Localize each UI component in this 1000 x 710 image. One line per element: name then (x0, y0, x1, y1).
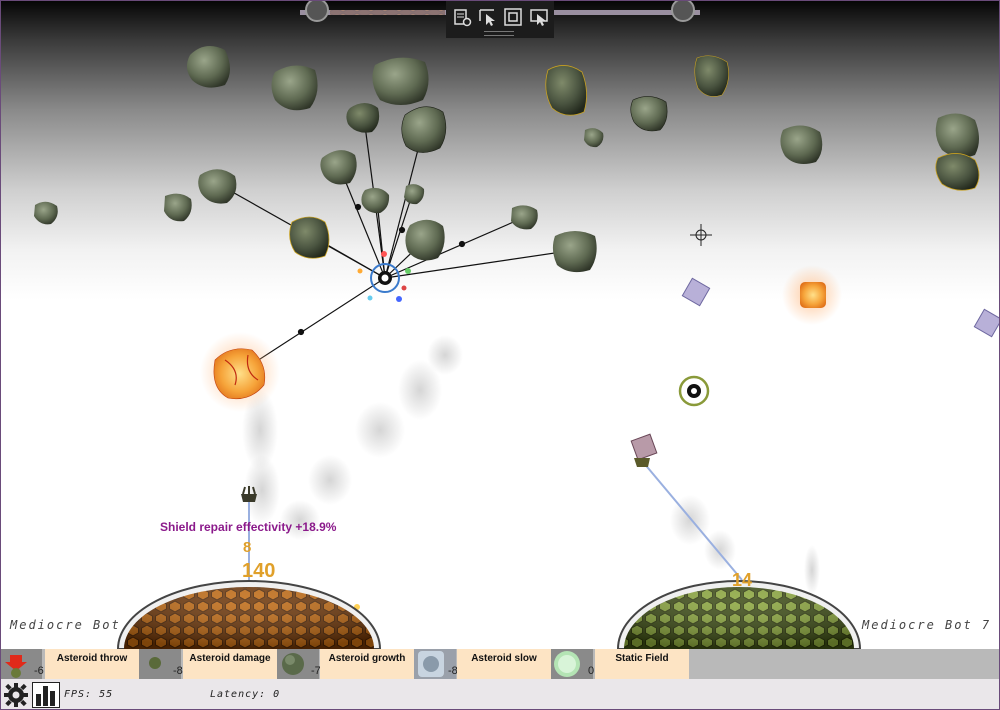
asteroid (186, 46, 230, 88)
toolbar-grip[interactable] (484, 31, 514, 36)
asteroid (552, 231, 597, 273)
left-player-label: Mediocre Bot (10, 618, 121, 632)
ability-label: Asteroid throw (45, 649, 139, 679)
left-score: 140 (242, 560, 276, 582)
right-player-label: Mediocre Bot 7 (862, 618, 992, 632)
gear-ornament-icon (305, 0, 329, 22)
frame-icon[interactable] (503, 7, 523, 27)
crate-icon (973, 308, 1000, 338)
asteroid (164, 193, 192, 222)
game-scene (34, 0, 1000, 649)
enemy-ship (678, 375, 710, 407)
asteroid (271, 65, 318, 111)
asteroid (289, 216, 330, 259)
asteroid (935, 153, 980, 191)
latency-readout: Latency: 0 (210, 689, 281, 700)
ability-count: -6 (34, 665, 44, 677)
crosshair-icon (690, 224, 712, 246)
asteroid (34, 201, 58, 225)
fps-readout: FPS: 55 (64, 689, 114, 700)
asteroid (584, 128, 604, 148)
effect-notification: Shield repair effectivity +18.9% (160, 520, 337, 534)
burning-asteroid (800, 282, 826, 308)
status-bar: FPS: 55 Latency: 0 (0, 679, 1000, 710)
asteroid (198, 169, 237, 204)
asteroid (630, 96, 668, 132)
ability-count: -8 (173, 665, 183, 677)
screen-select-icon[interactable] (529, 7, 549, 27)
asteroid (511, 205, 538, 230)
gear-icon[interactable] (3, 682, 29, 708)
ability-label: Static Field (595, 649, 689, 679)
ability-count: 0 (588, 665, 595, 677)
asteroid (780, 125, 823, 164)
asteroid (361, 187, 390, 214)
asteroid (320, 150, 357, 185)
gear-ornament-icon (671, 0, 695, 22)
asteroid (694, 55, 729, 97)
asteroid (405, 219, 445, 261)
asteroid-field (34, 46, 980, 412)
asteroid (372, 57, 429, 105)
asteroid (545, 65, 587, 116)
settings-list-icon[interactable] (452, 7, 472, 27)
top-toolbar (446, 0, 554, 38)
right-base-dome (616, 580, 862, 649)
asteroid (346, 103, 380, 133)
ability-label: Asteroid slow (457, 649, 551, 679)
left-base-dome (116, 580, 382, 649)
ability-bar: -6 Asteroid throw -8 Asteroid damage -7 (0, 649, 1000, 679)
smoke-trails (242, 335, 820, 595)
bottom-hud: -6 Asteroid throw -8 Asteroid damage -7 (0, 649, 1000, 710)
select-pointer-icon[interactable] (478, 7, 498, 27)
static-field-icon (551, 649, 593, 679)
gravity-tethers (219, 117, 576, 373)
game-viewport[interactable]: Mediocre Bot Mediocre Bot 7 Shield repai… (0, 0, 1000, 710)
ability-label: Asteroid growth (320, 649, 414, 679)
asteroid (404, 184, 425, 205)
player-ship (357, 251, 411, 302)
left-small-count: 8 (243, 539, 252, 556)
asteroid (935, 113, 979, 158)
right-score: 14 (732, 570, 753, 590)
crate-icon (681, 277, 711, 307)
crate-icon (630, 433, 658, 461)
ability-label: Asteroid damage (183, 649, 277, 679)
asteroid (401, 106, 447, 153)
stats-chart-icon[interactable] (32, 682, 60, 708)
burning-asteroid (213, 348, 266, 399)
